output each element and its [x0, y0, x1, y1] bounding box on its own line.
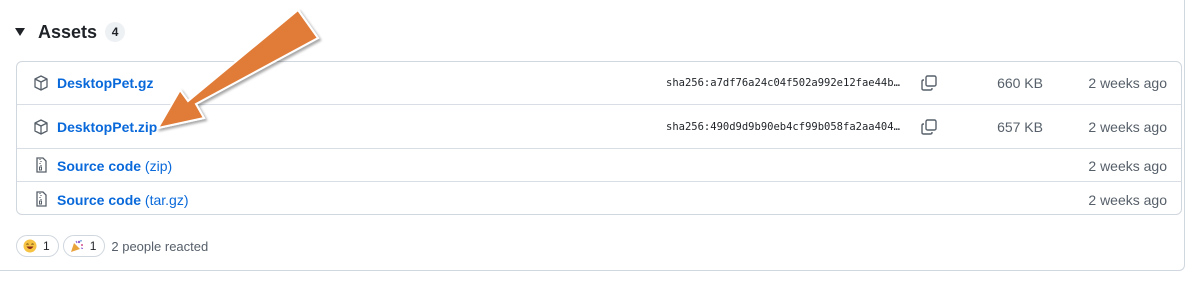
assets-toggle[interactable]: Assets 4 — [14, 20, 126, 44]
source-code-format: (zip) — [144, 158, 173, 174]
reaction-count: 1 — [43, 239, 50, 253]
asset-date: 2 weeks ago — [1088, 75, 1167, 91]
source-code-format: (tar.gz) — [144, 192, 189, 208]
asset-sha: sha256:490d9d9b90eb4cf99b058fa2aa404… — [666, 121, 900, 133]
asset-row: DesktopPet.gz sha256:a7df76a24c04f502a99… — [17, 62, 1181, 105]
assets-title: Assets — [38, 21, 98, 42]
file-zip-icon — [33, 191, 49, 207]
reaction-laugh-button[interactable]: 1 — [16, 235, 59, 257]
source-code-zip-link[interactable]: Source code (zip) — [57, 158, 172, 174]
tada-emoji-icon — [70, 239, 84, 253]
asset-list: DesktopPet.gz sha256:a7df76a24c04f502a99… — [16, 61, 1182, 215]
reactions-summary: 2 people reacted — [111, 238, 209, 254]
asset-row: Source code (tar.gz) 2 weeks ago — [17, 182, 1181, 214]
file-zip-icon — [33, 157, 49, 173]
source-code-label: Source code — [57, 158, 142, 174]
caret-down-icon — [14, 26, 26, 38]
assets-count-badge: 4 — [105, 22, 126, 42]
copy-icon[interactable] — [920, 118, 938, 136]
asset-date: 2 weeks ago — [1088, 119, 1167, 135]
asset-sha: sha256:a7df76a24c04f502a992e12fae44b… — [666, 77, 900, 89]
copy-icon[interactable] — [920, 74, 938, 92]
package-icon — [33, 119, 49, 135]
asset-link-desktoppet-zip[interactable]: DesktopPet.zip — [57, 119, 157, 135]
reaction-tada-button[interactable]: 1 — [62, 235, 106, 257]
source-code-targz-link[interactable]: Source code (tar.gz) — [57, 192, 189, 208]
reactions-bar: 1 1 2 people reacted — [16, 234, 208, 258]
asset-size: 660 KB — [997, 75, 1043, 91]
laugh-emoji-icon — [23, 239, 37, 253]
asset-row: Source code (zip) 2 weeks ago — [17, 149, 1181, 182]
asset-link-desktoppet-gz[interactable]: DesktopPet.gz — [57, 75, 153, 91]
asset-row: DesktopPet.zip sha256:490d9d9b90eb4cf99b… — [17, 105, 1181, 149]
asset-date: 2 weeks ago — [1088, 192, 1167, 208]
source-code-label: Source code — [57, 192, 142, 208]
asset-date: 2 weeks ago — [1088, 158, 1167, 174]
reaction-count: 1 — [89, 239, 97, 253]
package-icon — [33, 75, 49, 91]
release-card: Assets 4 DesktopPet.gz sha256:a7df76a24c… — [0, 0, 1185, 271]
asset-size: 657 KB — [997, 119, 1043, 135]
